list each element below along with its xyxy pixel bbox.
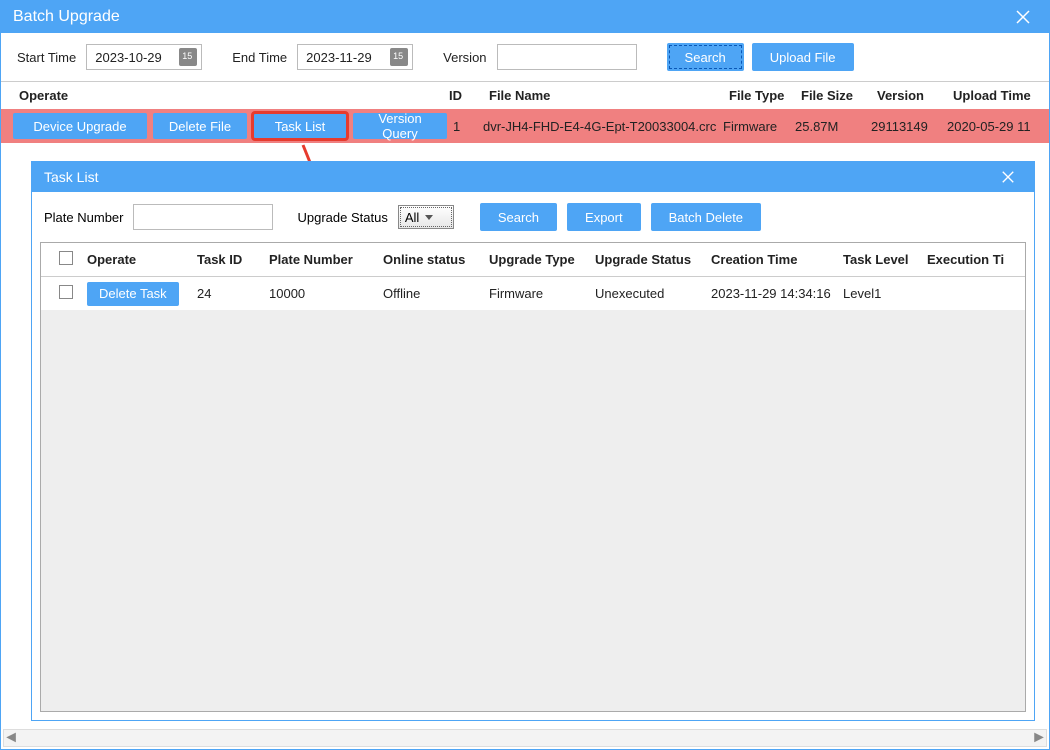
start-time-input[interactable]: 2023-10-29: [86, 44, 202, 70]
upload-file-button[interactable]: Upload File: [752, 43, 854, 71]
device-upgrade-button[interactable]: Device Upgrade: [13, 113, 147, 139]
dialog-titlebar: Task List: [32, 162, 1034, 192]
cell-task-level: Level1: [837, 286, 921, 301]
task-table-header: Operate Task ID Plate Number Online stat…: [41, 243, 1025, 277]
dialog-close-button[interactable]: [994, 163, 1022, 191]
delete-task-button[interactable]: Delete Task: [87, 282, 179, 306]
col-file-name: File Name: [489, 88, 729, 103]
delete-file-button[interactable]: Delete File: [153, 113, 247, 139]
col-task-id: Task ID: [191, 252, 263, 267]
batch-upgrade-window: Batch Upgrade Start Time 2023-10-29 End …: [0, 0, 1050, 750]
window-titlebar: Batch Upgrade: [1, 1, 1049, 33]
start-time-value: 2023-10-29: [95, 50, 162, 65]
col-operate: Operate: [19, 88, 449, 103]
calendar-icon: [390, 48, 408, 66]
end-time-value: 2023-11-29: [306, 50, 372, 65]
end-time-label: End Time: [232, 50, 287, 65]
col-creation-time: Creation Time: [705, 252, 837, 267]
window-title: Batch Upgrade: [13, 8, 120, 26]
upgrade-status-label: Upgrade Status: [297, 210, 387, 225]
col-version: Version: [877, 88, 953, 103]
dialog-search-button[interactable]: Search: [480, 203, 557, 231]
cell-upgrade-status: Unexecuted: [589, 286, 705, 301]
window-close-button[interactable]: [1009, 3, 1037, 31]
cell-file-type: Firmware: [723, 119, 795, 134]
cell-version: 29113149: [871, 119, 947, 134]
scroll-left-icon[interactable]: ◄: [4, 731, 18, 745]
scroll-right-icon[interactable]: ►: [1032, 731, 1046, 745]
col-execution-time: Execution Ti: [921, 252, 1005, 267]
chevron-down-icon: [425, 215, 433, 220]
cell-upgrade-type: Firmware: [483, 286, 589, 301]
col-operate: Operate: [81, 252, 191, 267]
scrollbar-track[interactable]: [18, 731, 1032, 745]
col-file-type: File Type: [729, 88, 801, 103]
calendar-icon: [179, 48, 197, 66]
dialog-title: Task List: [44, 169, 98, 185]
select-all-checkbox[interactable]: [59, 251, 73, 265]
batch-delete-button[interactable]: Batch Delete: [651, 203, 761, 231]
version-label: Version: [443, 50, 486, 65]
col-task-level: Task Level: [837, 252, 921, 267]
cell-file-size: 25.87M: [795, 119, 871, 134]
version-input[interactable]: [497, 44, 637, 70]
cell-online-status: Offline: [377, 286, 483, 301]
files-table-header: Operate ID File Name File Type File Size…: [1, 81, 1049, 109]
close-icon: [1001, 170, 1015, 184]
upgrade-status-selected: All: [405, 210, 419, 225]
cell-upload-time: 2020-05-29 11: [947, 119, 1050, 134]
files-table-row[interactable]: Device Upgrade Delete File Task List Ver…: [1, 109, 1049, 143]
col-upgrade-type: Upgrade Type: [483, 252, 589, 267]
col-file-size: File Size: [801, 88, 877, 103]
col-upgrade-status: Upgrade Status: [589, 252, 705, 267]
task-list-button[interactable]: Task List: [253, 113, 347, 139]
task-table: Operate Task ID Plate Number Online stat…: [40, 242, 1026, 712]
start-time-label: Start Time: [17, 50, 76, 65]
cell-plate-number: 10000: [263, 286, 377, 301]
col-upload-time: Upload Time: [953, 88, 1050, 103]
col-online-status: Online status: [377, 252, 483, 267]
version-query-button[interactable]: Version Query: [353, 113, 447, 139]
horizontal-scrollbar[interactable]: ◄ ►: [3, 729, 1047, 747]
dialog-filter-bar: Plate Number Upgrade Status All Search E…: [32, 192, 1034, 242]
cell-id: 1: [453, 119, 483, 134]
filter-bar: Start Time 2023-10-29 End Time 2023-11-2…: [1, 33, 1049, 81]
export-button[interactable]: Export: [567, 203, 641, 231]
cell-creation-time: 2023-11-29 14:34:16: [705, 286, 837, 301]
cell-task-id: 24: [191, 286, 263, 301]
upgrade-status-select[interactable]: All: [398, 205, 454, 229]
cell-file-name: dvr-JH4-FHD-E4-4G-Ept-T20033004.crc: [483, 119, 723, 134]
close-icon: [1015, 9, 1031, 25]
col-id: ID: [449, 88, 489, 103]
task-list-dialog: Task List Plate Number Upgrade Status Al…: [31, 161, 1035, 721]
task-table-row[interactable]: Delete Task 24 10000 Offline Firmware Un…: [41, 277, 1025, 311]
end-time-input[interactable]: 2023-11-29: [297, 44, 413, 70]
plate-number-label: Plate Number: [44, 210, 123, 225]
plate-number-input[interactable]: [133, 204, 273, 230]
row-checkbox[interactable]: [59, 285, 73, 299]
search-button[interactable]: Search: [667, 43, 744, 71]
col-plate-number: Plate Number: [263, 252, 377, 267]
